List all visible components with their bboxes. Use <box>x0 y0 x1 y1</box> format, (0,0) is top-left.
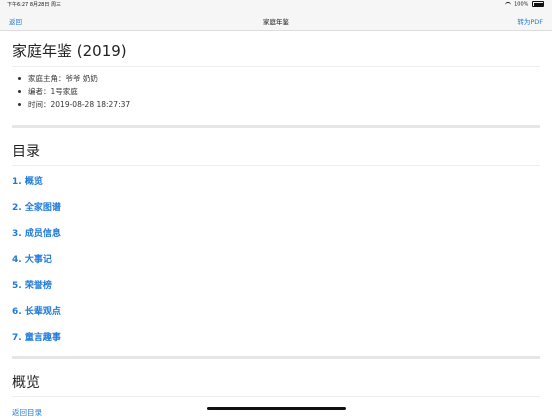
toc-link-kids-quotes[interactable]: 7. 童言趣事 <box>12 330 61 356</box>
meta-protagonist: 家庭主角：爷爷 奶奶 <box>12 72 130 85</box>
convert-pdf-button[interactable]: 转为PDF <box>517 16 543 26</box>
home-indicator[interactable] <box>207 407 346 410</box>
toc-link-member-info[interactable]: 3. 成员信息 <box>12 226 61 252</box>
nav-title: 家庭年鉴 <box>263 18 289 26</box>
toc-link-family-tree[interactable]: 2. 全家图谱 <box>12 200 61 226</box>
status-indicators: 100% <box>504 1 544 8</box>
status-bar: 下午6:27 8月28日 周三 100% <box>0 0 552 9</box>
navigation-bar: 返回 家庭年鉴 转为PDF <box>0 9 552 31</box>
battery-icon <box>532 1 544 7</box>
toc-link-events[interactable]: 4. 大事记 <box>12 252 61 278</box>
meta-time: 时间：2019-08-28 18:27:37 <box>12 98 130 111</box>
status-time-date: 下午6:27 8月28日 周三 <box>7 2 61 8</box>
toc-link-elder-views[interactable]: 6. 长辈观点 <box>12 304 61 330</box>
page-title: 家庭年鉴 (2019) <box>12 40 540 67</box>
section-divider <box>12 125 540 128</box>
meta-editor: 编者：1号家庭 <box>12 85 130 98</box>
section-divider <box>12 356 540 359</box>
wifi-icon <box>504 1 511 7</box>
toc-heading: 目录 <box>12 141 540 166</box>
back-to-toc-link[interactable]: 返回目录 <box>12 407 42 418</box>
toc-link-honors[interactable]: 5. 荣誉榜 <box>12 278 61 304</box>
battery-percent: 100% <box>514 1 529 8</box>
table-of-contents: 1. 概览 2. 全家图谱 3. 成员信息 4. 大事记 5. 荣誉榜 6. 长… <box>12 174 61 356</box>
overview-heading: 概览 <box>12 372 540 397</box>
document-meta-list: 家庭主角：爷爷 奶奶 编者：1号家庭 时间：2019-08-28 18:27:3… <box>12 72 130 111</box>
toc-link-overview[interactable]: 1. 概览 <box>12 174 61 200</box>
